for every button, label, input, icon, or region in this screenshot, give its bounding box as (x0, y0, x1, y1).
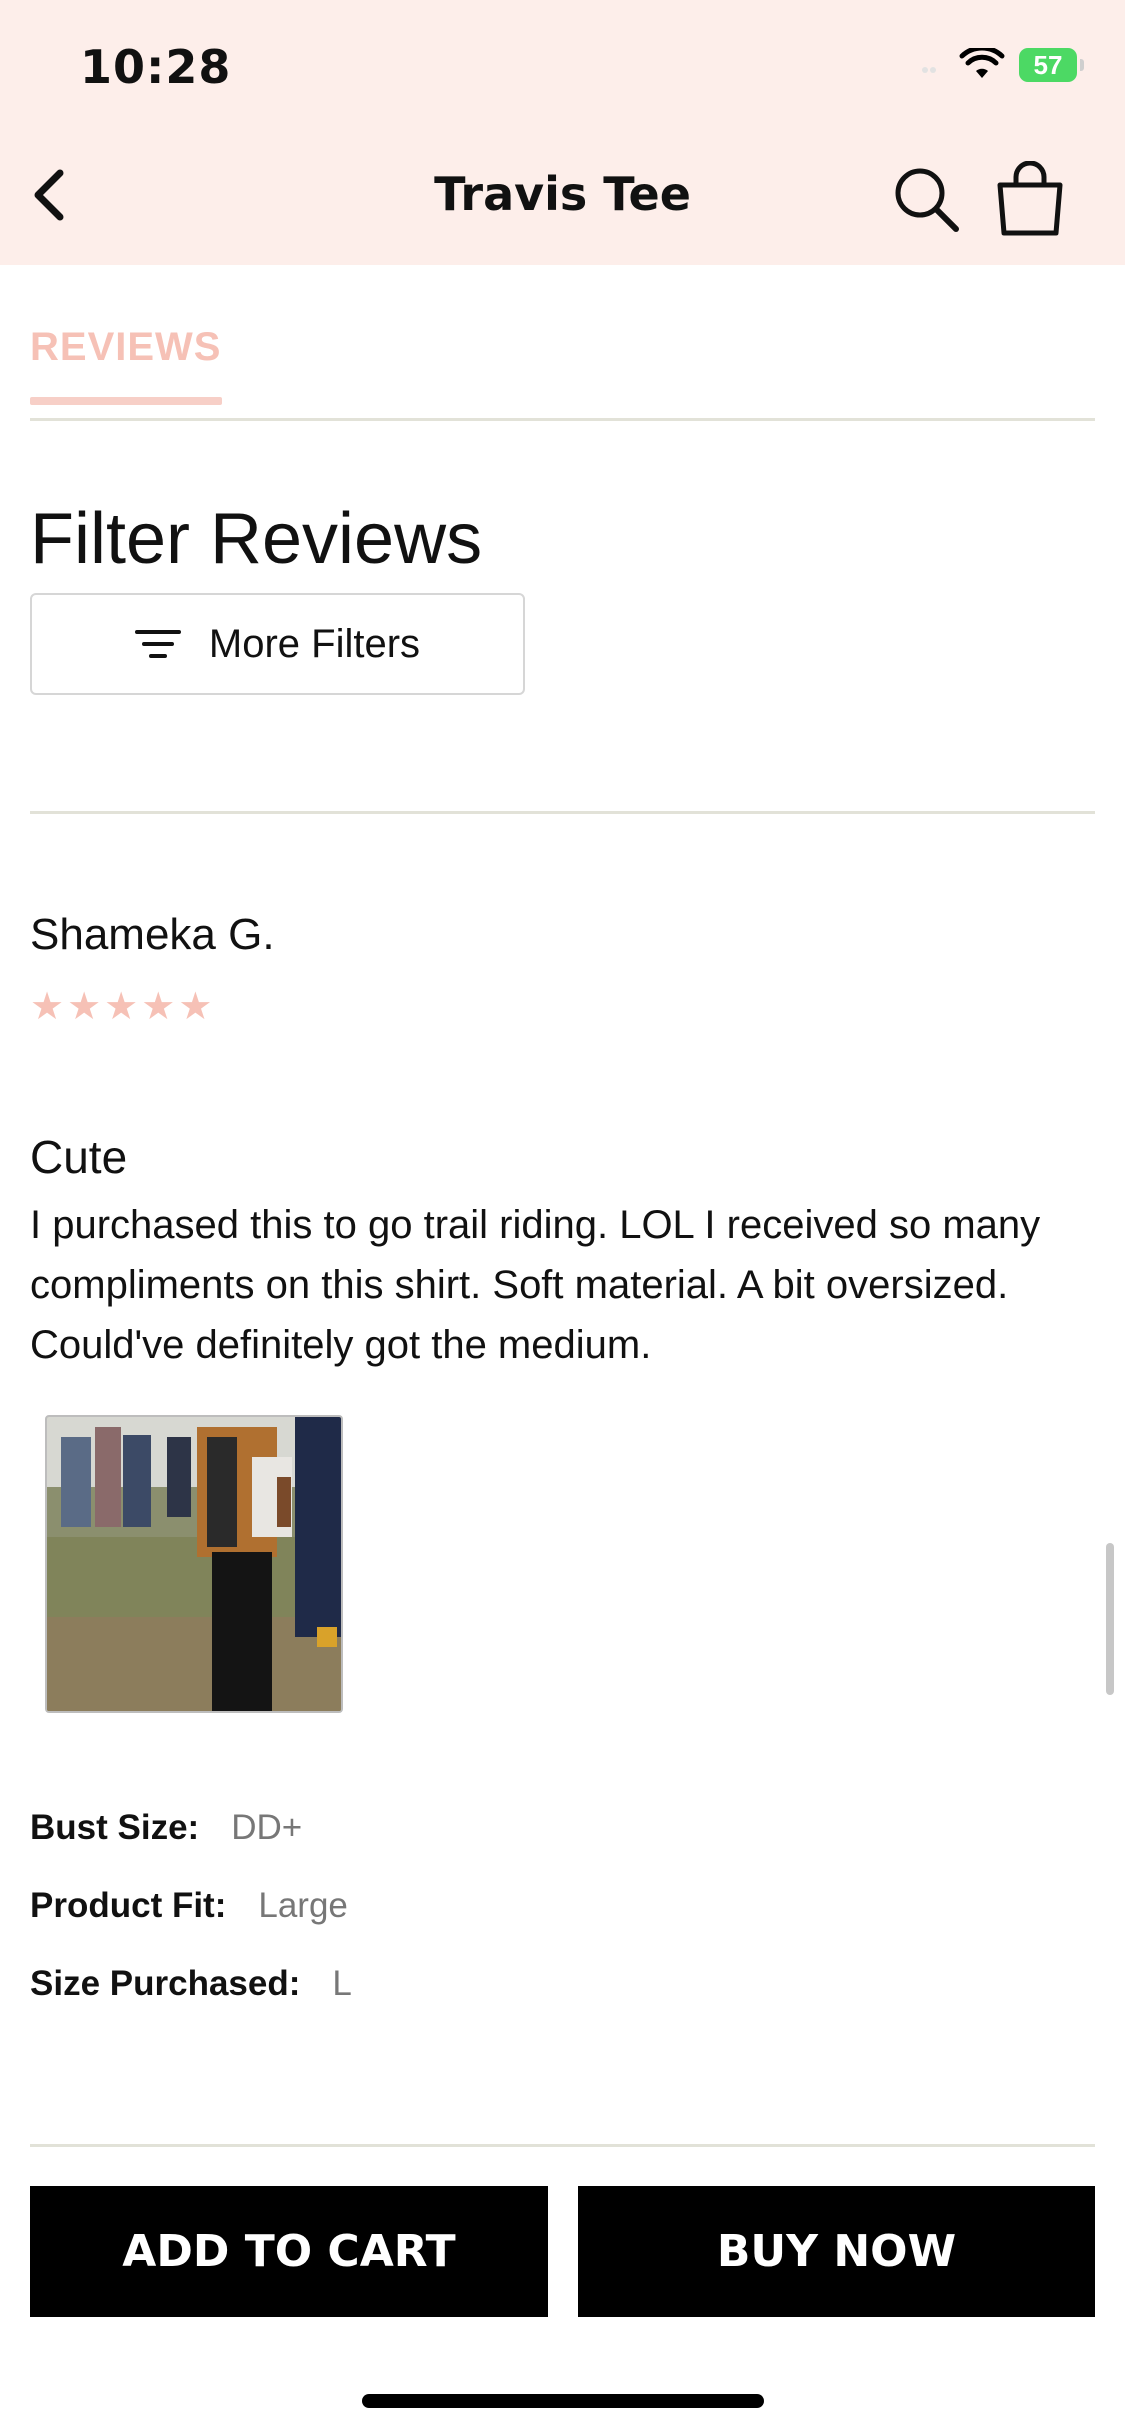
tab-reviews[interactable]: REVIEWS (30, 325, 221, 370)
star-rating: ★ ★ ★ ★ ★ (30, 988, 212, 1026)
divider (30, 2144, 1095, 2147)
status-icons: 57 (919, 48, 1084, 82)
star-icon: ★ (141, 986, 176, 1028)
attribute-label: Size Purchased: (30, 1964, 301, 2003)
signal-icon (922, 67, 936, 73)
reviewer-name: Shameka G. (30, 910, 275, 959)
status-bar: 10:28 57 (0, 0, 1125, 125)
divider (30, 418, 1095, 421)
wifi-icon (959, 48, 1005, 78)
attribute-label: Product Fit: (30, 1886, 227, 1925)
attribute-row-product-fit: Product Fit: Large (30, 1886, 348, 1926)
star-icon: ★ (30, 986, 65, 1028)
more-filters-label: More Filters (208, 621, 421, 666)
filter-lines-icon (134, 630, 181, 658)
star-icon: ★ (178, 986, 213, 1028)
review-body: I purchased this to go trail riding. LOL… (30, 1203, 1041, 1367)
nav-bar: Travis Tee (0, 125, 1125, 265)
battery-level: 57 (1033, 49, 1063, 80)
tab-active-indicator (30, 397, 222, 405)
add-to-cart-button[interactable]: ADD TO CART (30, 2186, 548, 2317)
attribute-row-bust-size: Bust Size: DD+ (30, 1808, 302, 1848)
review-photo[interactable] (45, 1415, 343, 1713)
attribute-value: DD+ (231, 1808, 303, 1847)
attribute-value: L (332, 1964, 352, 2003)
home-indicator[interactable] (362, 2394, 764, 2408)
status-time: 10:28 (80, 40, 232, 94)
attribute-row-size-purchased: Size Purchased: L (30, 1964, 352, 2004)
attribute-label: Bust Size: (30, 1808, 200, 1847)
divider (30, 811, 1095, 814)
attribute-value: Large (258, 1886, 348, 1925)
battery-icon: 57 (1019, 48, 1084, 82)
shopping-bag-icon[interactable] (992, 161, 1068, 237)
more-filters-button[interactable]: More Filters (30, 593, 525, 695)
star-icon: ★ (104, 986, 139, 1028)
review-title: Cute (30, 1131, 128, 1183)
buy-now-button[interactable]: BUY NOW (578, 2186, 1095, 2317)
star-icon: ★ (67, 986, 102, 1028)
review-photo-image (47, 1417, 341, 1711)
search-icon[interactable] (890, 163, 962, 235)
scrollbar[interactable] (1106, 1543, 1114, 1695)
filter-heading: Filter Reviews (30, 499, 483, 579)
